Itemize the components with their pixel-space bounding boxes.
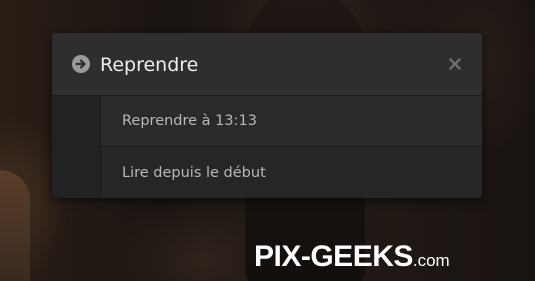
dialog-body: Reprendre à 13:13 Lire depuis le début xyxy=(52,96,482,198)
arrow-right-circle-icon xyxy=(72,55,90,73)
resume-at-option[interactable]: Reprendre à 13:13 xyxy=(101,96,482,147)
dialog-gutter xyxy=(52,96,101,198)
resume-dialog: Reprendre Reprendre à 13:13 Lire depuis … xyxy=(52,33,482,198)
backdrop-shoulder xyxy=(0,170,30,281)
dialog-header: Reprendre xyxy=(52,33,482,96)
watermark-suffix: .com xyxy=(412,251,450,270)
dialog-title: Reprendre xyxy=(100,54,199,76)
play-from-start-option[interactable]: Lire depuis le début xyxy=(101,148,482,198)
close-icon[interactable] xyxy=(448,56,462,70)
watermark-logo: PIX-GEEKS.com xyxy=(254,240,450,278)
watermark-main: PIX-GEEKS xyxy=(254,240,413,273)
